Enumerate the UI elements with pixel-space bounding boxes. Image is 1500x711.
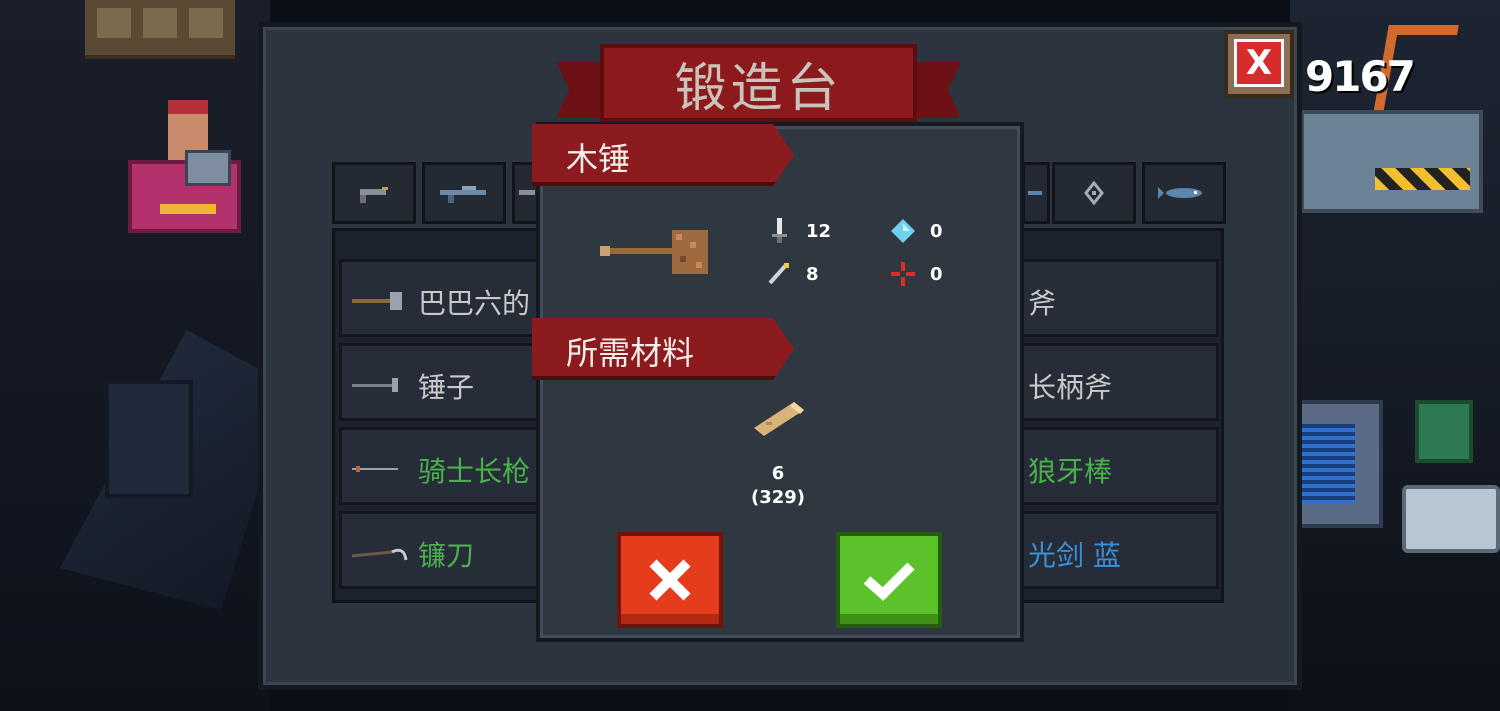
weapon-name: 巴巴六的 [418, 287, 531, 320]
material-required: 6 [771, 463, 785, 484]
crosshair-icon [891, 262, 915, 286]
desk-sign [160, 204, 216, 214]
wooden-hammer-icon [600, 230, 708, 274]
workshop-right-area [1290, 0, 1500, 711]
tab-shuriken[interactable] [1052, 162, 1136, 224]
close-button-face[interactable]: X [1234, 39, 1284, 87]
pistol-icon [360, 187, 388, 203]
desk-monitor [185, 150, 231, 186]
material-count: 6 (329) [740, 462, 816, 510]
checkmark-icon [863, 562, 915, 601]
workshop-left-area [0, 0, 290, 711]
stat-accuracy: 0 [890, 261, 943, 287]
weapon-name: 光剑 蓝 [1028, 539, 1121, 572]
rifle-icon [440, 186, 486, 203]
weapon-name: 锤子 [418, 371, 475, 404]
weapon-name: 狼牙棒 [1028, 455, 1113, 488]
energy-value: 8 [806, 263, 819, 285]
crit-value: 0 [930, 220, 943, 242]
lance-icon [352, 466, 398, 472]
weapon-icon [1028, 191, 1042, 195]
weapon-name-title: 木锤 [566, 140, 631, 178]
weapon-name: 长柄斧 [1028, 371, 1113, 404]
damage-value: 12 [806, 220, 832, 242]
diamond-icon [891, 219, 915, 243]
ribbon-main: 锻造台 [600, 44, 917, 122]
weapon-name: 骑士长枪 [418, 455, 531, 488]
energy-feather-icon [768, 263, 789, 285]
forge-title-ribbon: 锻造台 [556, 44, 961, 122]
coin-counter: 9167 [1305, 52, 1416, 101]
fish-icon [1158, 187, 1202, 199]
materials-banner: 所需材料 [532, 318, 794, 380]
close-icon: X [1245, 43, 1273, 83]
cancel-button[interactable] [617, 532, 723, 628]
blueprint-board [1290, 400, 1383, 528]
weapon-name-banner: 木锤 [532, 124, 794, 186]
confirm-button[interactable] [836, 532, 942, 628]
green-chest [1415, 400, 1473, 463]
arcade-machine [105, 380, 193, 498]
gas-cylinder [1402, 485, 1500, 553]
weapon-name: 镰刀 [418, 539, 475, 572]
work-station [1300, 110, 1483, 213]
stat-crit: 0 [890, 218, 943, 244]
hazard-stripes [1375, 168, 1470, 190]
accuracy-value: 0 [930, 263, 943, 285]
weapon-detail-dialog [536, 122, 1024, 642]
weapon-name: 斧 [1028, 287, 1057, 320]
materials-title: 所需材料 [566, 334, 695, 372]
close-icon [649, 559, 691, 601]
wood-log-icon [754, 402, 804, 436]
tab-fish[interactable] [1142, 162, 1226, 224]
tab-pistol[interactable] [332, 162, 416, 224]
stat-damage: 12 [766, 218, 831, 244]
tab-8[interactable] [1022, 162, 1050, 224]
wall-shelf [85, 0, 235, 59]
shelf-slot [97, 8, 131, 38]
tab-rifle[interactable] [422, 162, 506, 224]
hammer-icon [352, 378, 398, 392]
shelf-slot [189, 8, 223, 38]
forge-title: 锻造台 [674, 58, 843, 119]
blueprint-grid [1300, 424, 1355, 504]
shelf-slot [143, 8, 177, 38]
shuriken-icon [1084, 181, 1104, 205]
close-button[interactable]: X [1224, 30, 1294, 98]
scythe-icon [352, 548, 408, 561]
stat-energy: 8 [766, 261, 819, 287]
material-owned: (329) [750, 487, 806, 508]
axe-icon [352, 292, 402, 310]
sword-icon [772, 218, 787, 243]
